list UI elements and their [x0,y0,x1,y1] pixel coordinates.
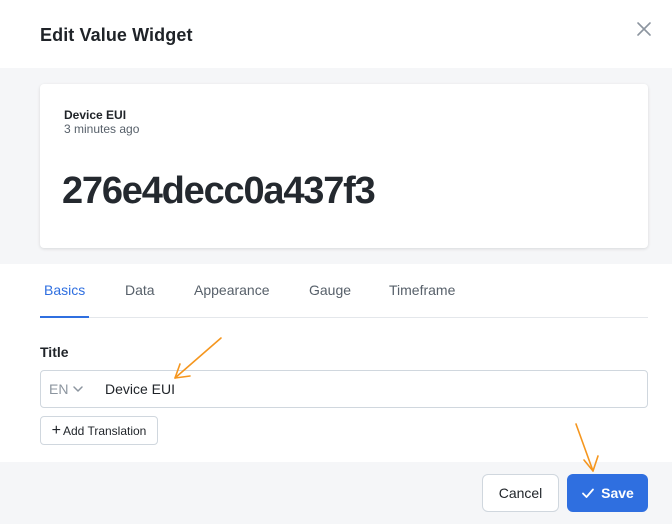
language-value: EN [49,381,69,397]
close-icon [637,22,651,36]
add-translation-button[interactable]: + Add Translation [40,416,158,445]
preview-label: Device EUI [64,108,127,122]
save-button[interactable]: Save [567,474,648,512]
tab-appearance[interactable]: Appearance [194,282,270,298]
tab-data[interactable]: Data [125,282,155,298]
preview-timestamp: 3 minutes ago [64,122,140,136]
cancel-label: Cancel [498,485,543,501]
dialog-header: Edit Value Widget [0,0,672,68]
tab-basics[interactable]: Basics [44,282,85,298]
dialog-title: Edit Value Widget [40,25,193,45]
plus-icon: + [51,421,61,439]
active-tab-indicator [40,316,89,318]
language-select[interactable]: EN [49,381,84,397]
dialog-footer: Cancel Save [0,462,672,524]
title-input-value[interactable]: Device EUI [105,381,175,397]
close-button[interactable] [630,15,658,43]
widget-preview-area: Device EUI 3 minutes ago 276e4decc0a437f… [0,68,672,264]
settings-tabs: Basics Data Appearance Gauge Timeframe [40,272,648,318]
tab-gauge[interactable]: Gauge [309,282,351,298]
chevron-down-icon [73,386,84,392]
widget-preview-card: Device EUI 3 minutes ago 276e4decc0a437f… [40,84,648,248]
title-field-label: Title [40,344,69,360]
add-translation-label: Add Translation [62,423,147,438]
tab-timeframe[interactable]: Timeframe [389,282,455,298]
title-input[interactable]: EN Device EUI [40,370,648,408]
preview-value: 276e4decc0a437f3 [62,170,376,212]
edit-value-widget-dialog: Edit Value Widget Device EUI 3 minutes a… [0,0,672,524]
check-icon [582,488,595,498]
cancel-button[interactable]: Cancel [482,474,559,512]
save-label: Save [601,485,634,501]
